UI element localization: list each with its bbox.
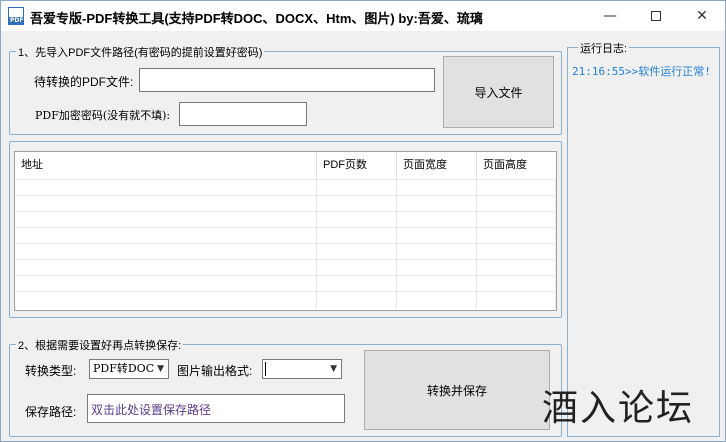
chevron-down-icon: ▼ (330, 364, 337, 374)
table-cell (15, 260, 317, 276)
chevron-down-icon: ▼ (157, 364, 164, 374)
log-group-legend: 运行日志: (578, 40, 630, 56)
table-cell (317, 228, 397, 244)
table-cell (15, 228, 317, 244)
minimize-button[interactable]: — (587, 1, 633, 31)
maximize-button[interactable] (633, 1, 679, 31)
title-bar[interactable]: PDF 吾爱专版-PDF转换工具(支持PDF转DOC、DOCX、Htm、图片) … (1, 1, 725, 31)
table-cell (477, 260, 556, 276)
column-header-page-width[interactable]: 页面宽度 (397, 152, 477, 179)
window-title: 吾爱专版-PDF转换工具(支持PDF转DOC、DOCX、Htm、图片) by:吾… (30, 11, 483, 26)
table-cell (477, 196, 556, 212)
table-cell (397, 212, 477, 228)
table-cell (477, 180, 556, 196)
table-cell (15, 180, 317, 196)
save-group-legend: 2、根据需要设置好再点转换保存: (16, 337, 184, 353)
pdf-file-label: 待转换的PDF文件: (34, 75, 134, 89)
table-cell (317, 292, 397, 308)
import-group-legend: 1、先导入PDF文件路径(有密码的提前设置好密码) (16, 44, 265, 60)
table-cell (15, 244, 317, 260)
app-window: PDF 吾爱专版-PDF转换工具(支持PDF转DOC、DOCX、Htm、图片) … (0, 0, 726, 442)
table-row[interactable] (15, 195, 556, 212)
table-row[interactable] (15, 227, 556, 244)
table-cell (317, 180, 397, 196)
image-format-label: 图片输出格式: (177, 364, 253, 378)
convert-type-select[interactable]: PDF转DOC ▼ (89, 359, 169, 379)
column-header-page-height[interactable]: 页面高度 (477, 152, 556, 179)
pdf-file-input[interactable] (139, 68, 435, 92)
app-icon-label: PDF (10, 17, 24, 24)
table-cell (397, 228, 477, 244)
log-line: 21:16:55>>软件运行正常! (572, 65, 711, 78)
table-row[interactable] (15, 179, 556, 196)
table-cell (15, 276, 317, 292)
table-cell (397, 292, 477, 308)
table-cell (317, 244, 397, 260)
table-cell (317, 276, 397, 292)
table-row[interactable] (15, 211, 556, 228)
close-button[interactable]: ✕ (679, 1, 725, 31)
convert-save-button[interactable]: 转换并保存 (364, 350, 550, 430)
table-row[interactable] (15, 259, 556, 276)
column-header-page-count[interactable]: PDF页数 (317, 152, 397, 179)
minimize-icon: — (603, 8, 617, 24)
table-cell (15, 292, 317, 308)
table-cell (397, 276, 477, 292)
table-row[interactable] (15, 275, 556, 292)
table-cell (317, 260, 397, 276)
table-cell (397, 180, 477, 196)
save-path-label: 保存路径: (25, 405, 77, 419)
column-header-path[interactable]: 地址 (15, 152, 317, 179)
table-cell (477, 292, 556, 308)
table-row[interactable] (15, 243, 556, 260)
file-table-header: 地址 PDF页数 页面宽度 页面高度 (15, 152, 556, 179)
table-cell (317, 212, 397, 228)
table-cell (15, 196, 317, 212)
table-cell (397, 196, 477, 212)
import-file-button[interactable]: 导入文件 (443, 56, 554, 128)
table-cell (397, 260, 477, 276)
pdf-app-icon: PDF (8, 7, 24, 25)
watermark: 酒入论坛 (542, 388, 695, 429)
close-icon: ✕ (696, 8, 708, 24)
pdf-password-input[interactable] (179, 102, 307, 126)
table-row[interactable] (15, 291, 556, 308)
table-cell (397, 244, 477, 260)
table-cell (477, 228, 556, 244)
table-cell (477, 212, 556, 228)
table-cell (477, 244, 556, 260)
table-cell (15, 212, 317, 228)
save-path-input[interactable]: 双击此处设置保存路径 (87, 394, 345, 423)
save-path-value: 双击此处设置保存路径 (91, 403, 212, 417)
convert-type-label: 转换类型: (25, 364, 77, 378)
convert-type-value: PDF转DOC (93, 362, 155, 375)
table-cell (477, 276, 556, 292)
maximize-icon (651, 11, 661, 21)
text-cursor (265, 362, 266, 376)
pdf-password-label: PDF加密密码(没有就不填): (35, 109, 171, 122)
table-cell (317, 196, 397, 212)
file-table[interactable]: 地址 PDF页数 页面宽度 页面高度 (14, 151, 557, 311)
image-format-select[interactable]: ▼ (262, 359, 342, 379)
